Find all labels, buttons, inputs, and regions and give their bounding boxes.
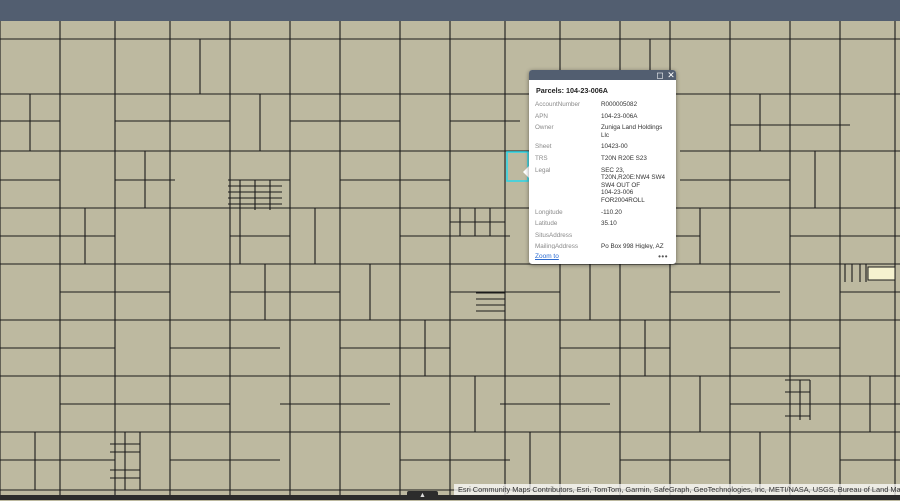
- field-value: T20N R20E S23: [601, 154, 647, 162]
- field-label: AccountNumber: [535, 101, 581, 108]
- field-label: Legal: [535, 166, 551, 174]
- bottom-panel-strip: [0, 495, 900, 500]
- field-value: SEC 23, T20N,R20E:NW4 SW4 SW4 OUT OF 104…: [601, 166, 666, 204]
- popup-field-row: APN 104-23-006A: [529, 113, 676, 121]
- popup-field-row: TRS T20N R20E S23: [529, 155, 676, 163]
- popup-title: Parcels: 104-23-006A: [536, 86, 608, 95]
- map-attribution: Esri Community Maps Contributors, Esri, …: [454, 484, 900, 495]
- field-value: 35.10: [601, 220, 617, 228]
- popup-field-row: Owner Zuniga Land Holdings Llc: [529, 124, 676, 139]
- popup-field-row: Latitude 35.10: [529, 220, 676, 228]
- pale-parcel[interactable]: [867, 266, 896, 281]
- popup-field-row: SitusAddress: [529, 232, 676, 240]
- field-label: Sheet: [535, 143, 552, 151]
- popup-header: ◻ ✕: [529, 70, 676, 80]
- popup-footer: Zoom to •••: [529, 252, 676, 264]
- field-value: Po Box 998 Higley, AZ 85236-0998: [601, 243, 664, 249]
- field-label: TRS: [535, 154, 548, 162]
- field-value: 10423-00: [601, 143, 628, 151]
- chevron-up-icon[interactable]: ▲: [407, 491, 438, 500]
- field-value: -110.20: [601, 208, 622, 216]
- app-header-bar: [0, 0, 900, 21]
- popup-field-row: Longitude -110.20: [529, 209, 676, 217]
- field-label: Latitude: [535, 220, 558, 228]
- field-value: [601, 232, 670, 240]
- more-actions-button[interactable]: •••: [658, 252, 668, 261]
- field-label: SitusAddress: [535, 231, 573, 239]
- field-label: Owner: [535, 124, 554, 132]
- field-value: Zuniga Land Holdings Llc: [601, 124, 663, 139]
- popup-field-row: AccountNumber R000005082: [529, 101, 676, 109]
- popup-field-row: Sheet 10423-00: [529, 143, 676, 151]
- field-label: APN: [535, 112, 548, 120]
- parcel-map-canvas[interactable]: [0, 21, 900, 500]
- popup-field-row: MailingAddress Po Box 998 Higley, AZ 8523…: [529, 243, 676, 249]
- zoom-to-link[interactable]: Zoom to: [535, 253, 559, 260]
- field-value: 104-23-006A: [601, 112, 638, 120]
- parcel-popup[interactable]: ◻ ✕ Parcels: 104-23-006A AccountNumber R0…: [529, 70, 676, 264]
- field-value: R000005082: [601, 101, 638, 108]
- close-icon[interactable]: ✕: [666, 70, 676, 80]
- popup-attribute-list[interactable]: AccountNumber R000005082 APN 104-23-006A Own…: [529, 101, 676, 249]
- field-label: MailingAddress: [535, 243, 579, 249]
- parcel-map[interactable]: [0, 21, 900, 500]
- field-label: Longitude: [535, 208, 563, 216]
- maximize-icon[interactable]: ◻: [655, 70, 665, 80]
- popup-field-row: Legal SEC 23, T20N,R20E:NW4 SW4 SW4 OUT O…: [529, 167, 676, 205]
